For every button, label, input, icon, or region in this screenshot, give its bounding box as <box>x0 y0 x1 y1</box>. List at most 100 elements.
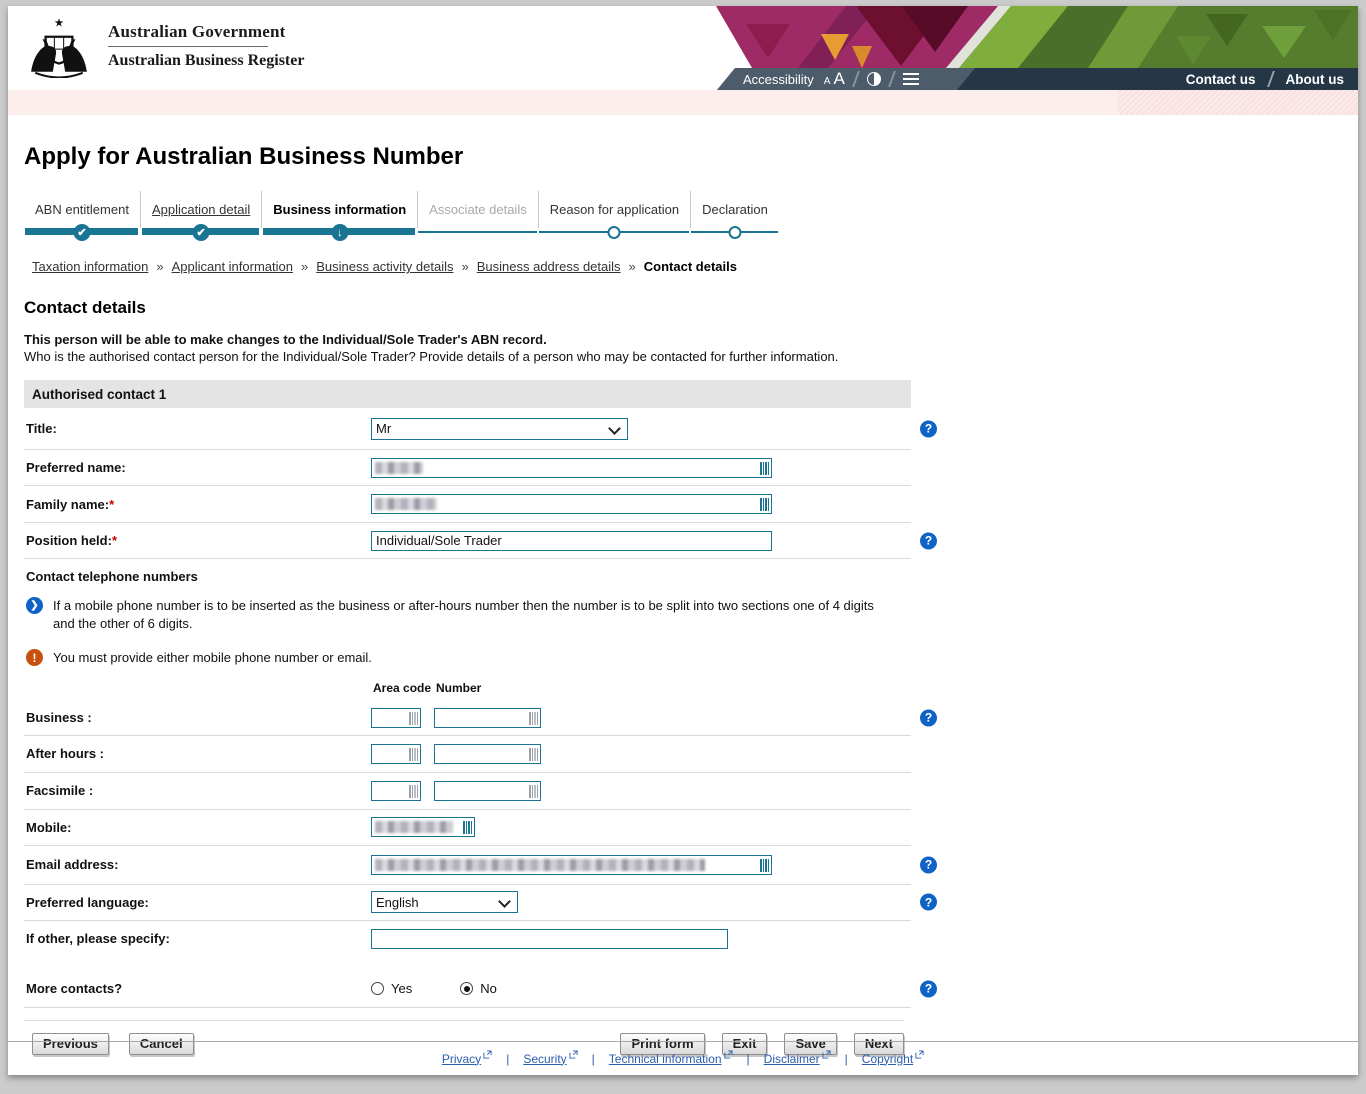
autofill-icon <box>409 712 418 725</box>
tab-abn-entitlement[interactable]: ABN entitlement ✔ <box>24 191 140 228</box>
accessibility-controls: Accessibility A A <box>717 68 975 90</box>
site-header: ★ Australian Government Australian Busin… <box>8 6 1358 90</box>
preferred-language-label: Preferred language: <box>24 895 371 910</box>
page-title: Apply for Australian Business Number <box>24 143 1358 171</box>
required-marker: * <box>109 497 114 512</box>
empty-step-icon <box>608 226 621 239</box>
other-language-row: If other, please specify: <box>24 921 911 957</box>
autofill-icon <box>760 498 769 511</box>
menu-icon[interactable] <box>903 73 919 85</box>
preferred-name-row: Preferred name: <box>24 450 911 486</box>
copyright-link[interactable]: Copyright <box>862 1052 924 1066</box>
autofill-icon <box>463 821 472 834</box>
phone-section-heading: Contact telephone numbers <box>26 569 911 584</box>
contrast-toggle-icon[interactable] <box>867 72 881 86</box>
contact-us-link[interactable]: Contact us <box>1186 72 1256 87</box>
font-decrease-icon[interactable]: A <box>824 76 831 87</box>
security-link[interactable]: Security <box>523 1052 577 1066</box>
crumb-business-address-details[interactable]: Business address details <box>477 259 621 274</box>
external-link-icon <box>915 1050 924 1059</box>
autofill-icon <box>529 748 538 761</box>
help-icon[interactable]: ? <box>920 709 937 726</box>
autofill-icon <box>409 748 418 761</box>
business-number-input[interactable] <box>434 708 541 728</box>
more-contacts-no-option[interactable]: No <box>460 981 497 996</box>
other-language-input[interactable] <box>371 929 728 949</box>
help-icon[interactable]: ? <box>920 980 937 997</box>
crumb-business-activity-details[interactable]: Business activity details <box>316 259 453 274</box>
help-icon[interactable]: ? <box>920 532 937 549</box>
intro-bold-text: This person will be able to make changes… <box>24 332 1358 347</box>
empty-step-icon <box>728 226 741 239</box>
position-held-label: Position held: <box>26 533 112 548</box>
redacted-value <box>375 859 705 871</box>
technical-information-link[interactable]: Technical information <box>609 1052 733 1066</box>
coat-of-arms-icon: ★ <box>24 14 94 78</box>
redacted-value <box>375 498 437 510</box>
facsimile-number-input[interactable] <box>434 781 541 801</box>
svg-text:★: ★ <box>54 17 64 29</box>
wizard-tabs: ABN entitlement ✔ Application detail ✔ B… <box>24 191 1358 246</box>
more-contacts-row: More contacts? Yes No ? <box>24 971 911 1007</box>
font-increase-icon[interactable]: A <box>833 69 844 89</box>
help-icon[interactable]: ? <box>920 420 937 437</box>
help-icon[interactable]: ? <box>920 856 937 873</box>
more-contacts-yes-option[interactable]: Yes <box>371 981 412 996</box>
help-icon[interactable]: ? <box>920 894 937 911</box>
separator <box>852 71 860 87</box>
after-hours-number-input[interactable] <box>434 744 541 764</box>
phone-column-headers: Area code Number <box>373 681 911 695</box>
preferred-language-select[interactable]: English <box>371 891 518 913</box>
banner-graphic-icon <box>706 6 1358 68</box>
gov-title: Australian Government <box>108 22 304 42</box>
contact-form: Title: Mr ? Preferred name: Family name:… <box>24 408 911 1007</box>
autofill-icon <box>529 712 538 725</box>
group-heading-bar: Authorised contact 1 <box>24 380 911 408</box>
warning-icon: ! <box>26 649 43 666</box>
preferred-name-input[interactable] <box>371 458 772 478</box>
crumb-taxation-information[interactable]: Taxation information <box>32 259 148 274</box>
position-held-row: Position held:* ? <box>24 523 911 559</box>
tab-associate-details: Associate details <box>417 191 538 228</box>
after-hours-phone-row: After hours : <box>24 736 911 773</box>
decorative-banner <box>706 6 1358 68</box>
email-row: Email address: ? <box>24 846 911 885</box>
facsimile-label: Facsimile : <box>24 783 371 798</box>
disclaimer-link[interactable]: Disclaimer <box>764 1052 831 1066</box>
government-logo[interactable]: ★ Australian Government Australian Busin… <box>24 14 304 78</box>
mobile-label: Mobile: <box>24 820 371 835</box>
privacy-link[interactable]: Privacy <box>442 1052 492 1066</box>
tab-declaration[interactable]: Declaration <box>690 191 779 228</box>
position-held-input[interactable] <box>371 531 772 551</box>
main-content: Apply for Australian Business Number ABN… <box>8 143 1358 1055</box>
external-link-icon <box>822 1050 831 1059</box>
radio-no[interactable] <box>460 982 473 995</box>
email-label: Email address: <box>24 857 371 872</box>
info-note: ❯ If a mobile phone number is to be inse… <box>26 596 886 632</box>
business-label: Business : <box>24 710 371 725</box>
accessibility-link[interactable]: Accessibility <box>743 72 814 87</box>
preferred-language-row: Preferred language: English ? <box>24 885 911 921</box>
tab-business-information[interactable]: Business information ↓ <box>261 191 417 228</box>
after-hours-label: After hours : <box>24 746 371 761</box>
utility-bar: Accessibility A A Contact us About us <box>717 68 1358 90</box>
tab-reason-for-application[interactable]: Reason for application <box>538 191 690 228</box>
autofill-icon <box>409 785 418 798</box>
font-size-controls[interactable]: A A <box>824 69 845 89</box>
mobile-row: Mobile: <box>24 810 911 846</box>
crumb-applicant-information[interactable]: Applicant information <box>172 259 293 274</box>
warning-note: ! You must provide either mobile phone n… <box>26 648 886 667</box>
family-name-label: Family name: <box>26 497 109 512</box>
separator <box>888 71 896 87</box>
pink-banner-strip <box>8 90 1358 115</box>
other-language-label: If other, please specify: <box>24 931 371 946</box>
autofill-icon <box>760 462 769 475</box>
area-code-header: Area code <box>373 681 436 695</box>
more-contacts-label: More contacts? <box>24 981 371 996</box>
arrow-down-icon: ↓ <box>331 224 348 241</box>
radio-yes[interactable] <box>371 982 384 995</box>
title-select[interactable]: Mr <box>371 418 628 440</box>
about-us-link[interactable]: About us <box>1286 72 1345 87</box>
tab-application-detail[interactable]: Application detail ✔ <box>140 191 261 228</box>
family-name-row: Family name:* <box>24 486 911 523</box>
